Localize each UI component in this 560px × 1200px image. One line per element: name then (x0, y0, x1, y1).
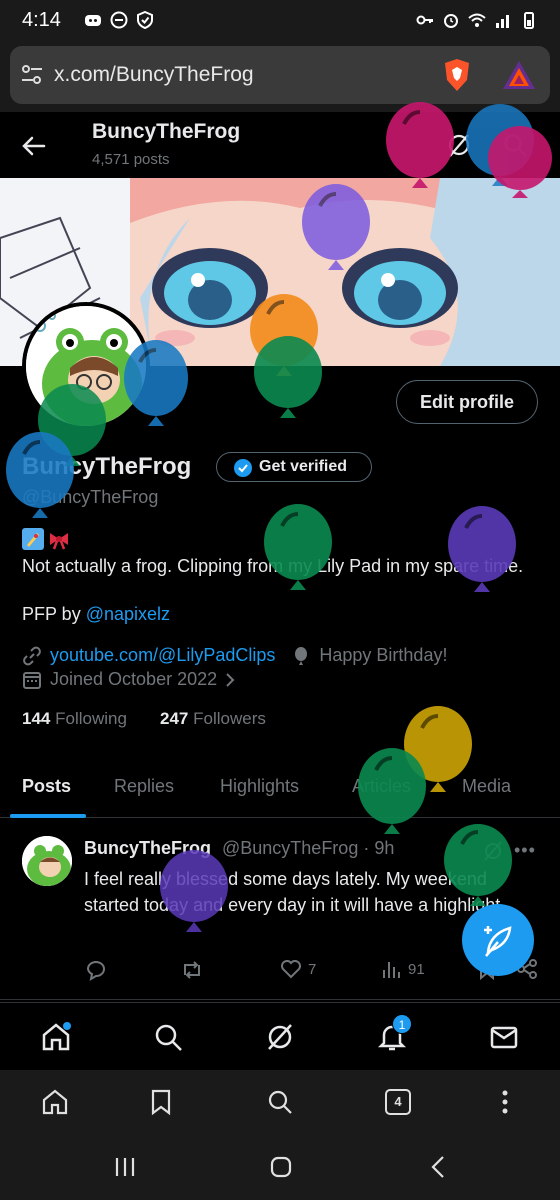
app-bottom-nav (0, 1002, 560, 1070)
like-action[interactable]: 7 (280, 958, 316, 980)
get-verified-button[interactable]: Get verified (216, 452, 372, 482)
system-home-icon[interactable] (268, 1154, 294, 1180)
status-time: 4:14 (22, 9, 61, 31)
browser-home-icon[interactable] (41, 1088, 69, 1116)
tab-highlights[interactable]: Highlights (220, 776, 299, 797)
followers-stat[interactable]: 247 Followers (160, 709, 266, 729)
balloon-icon (295, 646, 308, 665)
profile-header-bar: BuncyTheFrog 4,571 posts (0, 112, 560, 178)
messages-envelope-icon[interactable] (488, 1021, 520, 1053)
status-bar: 4:14 (0, 0, 560, 40)
back-arrow-icon[interactable] (20, 132, 48, 160)
brave-rewards-icon[interactable] (502, 60, 536, 90)
ribbon-emoji-icon (50, 533, 68, 550)
browser-search-icon[interactable] (266, 1088, 294, 1116)
browser-bookmarks-icon[interactable] (147, 1088, 175, 1116)
tab-posts[interactable]: Posts (22, 776, 71, 797)
system-navigation-bar (0, 1134, 560, 1200)
views-action[interactable]: 91 (380, 958, 425, 980)
calendar-icon (23, 671, 41, 689)
grok-icon[interactable] (446, 132, 472, 158)
browser-bottom-toolbar (0, 1070, 560, 1134)
tab-media[interactable]: Media (462, 776, 511, 797)
reply-action[interactable] (84, 958, 108, 982)
key-icon (416, 15, 433, 25)
profile-avatar[interactable] (22, 302, 150, 430)
status-left-icons (84, 11, 154, 29)
profile-display-name: BuncyTheFrog (22, 453, 192, 480)
profile-tabs: Posts Replies Highlights Articles Media (0, 760, 560, 818)
brave-shields-icon[interactable] (442, 58, 472, 92)
pfp-credit: PFP by @napixelz (22, 604, 170, 625)
pfp-artist-link[interactable]: @napixelz (86, 604, 170, 624)
do-not-disturb-icon (110, 11, 128, 29)
profile-handle: @BuncyTheFrog (22, 487, 159, 507)
followers-count: 247 (160, 709, 189, 728)
tab-replies[interactable]: Replies (114, 776, 174, 797)
explore-search-icon[interactable] (152, 1021, 184, 1053)
signal-icon (496, 15, 509, 28)
balloon-purple-2 (448, 506, 516, 592)
url-bar[interactable]: x.com/BuncyTheFrog (10, 46, 550, 104)
profile-bio: Not actually a frog. Clipping from my Li… (22, 556, 524, 576)
compose-post-button[interactable] (462, 904, 534, 976)
header-posts-count: 4,571 posts (92, 151, 170, 168)
profile-meta-line-2: Joined October 2022 (22, 669, 237, 690)
following-label: Following (55, 709, 127, 728)
pfp-credit-prefix: PFP by (22, 604, 86, 624)
grok-post-icon[interactable] (482, 840, 504, 862)
reply-icon[interactable] (84, 958, 108, 982)
recent-apps-icon[interactable] (112, 1154, 138, 1180)
views-chart-icon[interactable] (380, 958, 402, 980)
site-settings-icon[interactable] (20, 64, 44, 86)
following-stat[interactable]: 144 Following (22, 709, 127, 729)
wifi-icon (468, 13, 486, 27)
post-author-name[interactable]: BuncyTheFrog (84, 838, 211, 859)
website-link[interactable]: youtube.com/@LilyPadClips (50, 645, 275, 666)
following-count: 144 (22, 709, 51, 728)
post-handle-time: @BuncyTheFrog · 9h (222, 838, 395, 858)
active-tab-indicator (10, 814, 86, 818)
get-verified-label: Get verified (259, 458, 348, 475)
like-count: 7 (308, 960, 317, 978)
followers-label: Followers (193, 709, 266, 728)
browser-toolbar: x.com/BuncyTheFrog (0, 40, 560, 112)
post-avatar[interactable] (22, 836, 72, 886)
birthday-text: Happy Birthday! (319, 645, 448, 665)
header-profile-name: BuncyTheFrog (92, 120, 241, 143)
grok-nav-icon[interactable] (264, 1021, 296, 1053)
verified-badge-icon (234, 459, 252, 477)
heart-icon[interactable] (280, 958, 302, 980)
profile-meta-line-1: youtube.com/@LilyPadClips Happy Birthday… (22, 645, 447, 666)
home-icon[interactable] (40, 1021, 72, 1053)
system-back-icon[interactable] (426, 1154, 452, 1180)
discord-icon (85, 15, 101, 26)
edit-profile-button[interactable]: Edit profile (396, 380, 538, 424)
tab-articles[interactable]: Articles (352, 776, 411, 797)
repost-action[interactable] (180, 958, 204, 982)
link-icon (23, 646, 41, 665)
chevron-right-icon[interactable] (223, 671, 237, 689)
post-avatar-frog (22, 836, 72, 886)
status-right-icons (416, 11, 538, 29)
bio-emojis (22, 528, 70, 550)
rocket-emoji-icon (22, 528, 44, 550)
repost-icon[interactable] (180, 958, 204, 982)
notification-count-badge: 1 (392, 1014, 412, 1034)
more-options-icon[interactable]: ••• (514, 840, 536, 861)
search-icon[interactable] (502, 132, 528, 158)
battery-icon (524, 12, 534, 29)
browser-menu-icon[interactable] (491, 1088, 519, 1116)
url-text[interactable]: x.com/BuncyTheFrog (54, 63, 254, 87)
verified-shield-icon (137, 11, 153, 29)
alarm-icon (444, 14, 458, 28)
browser-tab-count[interactable]: 4 (385, 1089, 411, 1115)
view-count: 91 (408, 960, 425, 978)
joined-date[interactable]: Joined October 2022 (50, 669, 217, 690)
avatar-frog-illustration (26, 306, 146, 426)
compose-feather-icon (484, 926, 512, 957)
